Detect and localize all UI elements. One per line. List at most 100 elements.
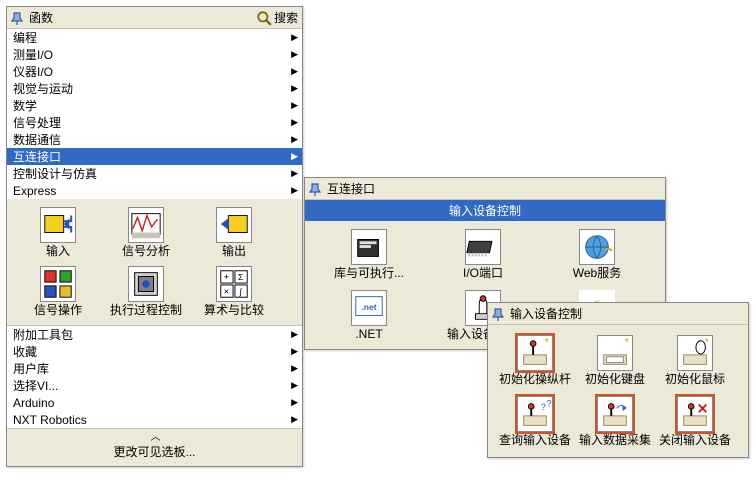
palette-item[interactable]: 输入 xyxy=(15,205,101,260)
palette-item[interactable]: 信号分析 xyxy=(103,205,189,260)
palette-item-icon xyxy=(40,207,76,243)
submenu-arrow-icon: ▶ xyxy=(291,32,298,43)
palette-item-icon xyxy=(351,229,387,265)
menu-item[interactable]: 信号处理▶ xyxy=(7,114,302,131)
palette-item[interactable]: 信号操作 xyxy=(15,264,101,319)
palette-item[interactable]: .net.NET xyxy=(313,288,425,343)
menu-item-label: Arduino xyxy=(13,396,54,410)
search-button[interactable]: 搜索 xyxy=(256,9,298,27)
palette-item[interactable]: ??查询输入设备 xyxy=(496,394,574,449)
svg-text:×: × xyxy=(224,287,230,298)
palette-item[interactable]: 库与可执行... xyxy=(313,227,425,282)
category-menu-2: 附加工具包 ▶ 收藏 ▶ 用户库 ▶ 选择VI...▶Arduino▶NXT Robotic… xyxy=(7,325,302,428)
palette-header: 输入设备控制 xyxy=(488,303,748,325)
submenu-arrow-icon: ▶ xyxy=(291,185,298,196)
svg-text:*: * xyxy=(704,336,709,348)
menu-item[interactable]: 控制设计与仿真 ▶ xyxy=(7,165,302,182)
menu-item[interactable]: NXT Robotics▶ xyxy=(7,411,302,428)
change-visible-palettes-link[interactable]: 更改可见选板... xyxy=(113,443,195,460)
palette-item-icon xyxy=(40,266,76,302)
svg-text:+: + xyxy=(224,272,230,283)
menu-item[interactable]: 数学 ▶ xyxy=(7,97,302,114)
palette-item-label: I/O端口 xyxy=(463,267,503,280)
palette-item-icon xyxy=(128,266,164,302)
palette-item-label: 信号操作 xyxy=(34,304,82,317)
palette-item-label: 输入 xyxy=(46,245,70,258)
palette-item[interactable]: +Σ×∫算术与比较 xyxy=(191,264,277,319)
menu-item[interactable]: 互连接口 ▶ xyxy=(7,148,302,165)
input-device-icon-grid: *初始化操纵杆*初始化键盘*初始化鼠标??查询输入设备输入数据采集关闭输入设备 xyxy=(488,325,748,457)
submenu-arrow-icon: ▶ xyxy=(291,83,298,94)
menu-item-label: 信号处理 xyxy=(13,114,61,131)
palette-item[interactable]: 输出 xyxy=(191,205,277,260)
pin-icon[interactable] xyxy=(309,182,323,196)
input-device-control-palette: 输入设备控制 *初始化操纵杆*初始化键盘*初始化鼠标??查询输入设备输入数据采集… xyxy=(487,302,749,458)
search-icon xyxy=(256,10,272,26)
submenu-arrow-icon: ▶ xyxy=(291,100,298,111)
palette-item-label: 信号分析 xyxy=(122,245,170,258)
palette-item[interactable]: * 初始化键盘 xyxy=(576,333,654,388)
palette-header: 互连接口 xyxy=(305,178,665,200)
palette-item-icon xyxy=(677,396,713,432)
palette-item-label: Web服务 xyxy=(573,267,621,280)
palette-header: 函数 搜索 xyxy=(7,7,302,29)
menu-item-label: 收藏 xyxy=(13,343,37,360)
menu-item[interactable]: 测量I/O ▶ xyxy=(7,46,302,63)
category-menu: 编程▶测量I/O▶仪器I/O▶视觉与运动▶数学▶信号处理▶数据通信▶互连接口▶控… xyxy=(7,29,302,199)
menu-item-label: Express xyxy=(13,184,56,198)
menu-item[interactable]: 数据通信▶ xyxy=(7,131,302,148)
palette-item-icon: * xyxy=(517,335,553,371)
palette-item[interactable]: I/O端口 xyxy=(427,227,539,282)
palette-item[interactable]: 关闭输入设备 xyxy=(656,394,734,449)
menu-item-label: 用户库 xyxy=(13,360,49,377)
menu-item-label: 数学 xyxy=(13,97,37,114)
menu-item[interactable]: Arduino▶ xyxy=(7,394,302,411)
palette-item-label: 查询输入设备 xyxy=(499,434,571,447)
menu-item[interactable]: 收藏 ▶ xyxy=(7,343,302,360)
submenu-arrow-icon: ▶ xyxy=(291,49,298,60)
menu-item[interactable]: 用户库 ▶ xyxy=(7,360,302,377)
submenu-arrow-icon: ▶ xyxy=(291,346,298,357)
palette-item-icon: * xyxy=(677,335,713,371)
palette-item[interactable]: *初始化鼠标 xyxy=(656,333,734,388)
palette-item[interactable]: Web服务 xyxy=(541,227,653,282)
menu-item[interactable]: 附加工具包 ▶ xyxy=(7,326,302,343)
palette-item-icon: .net xyxy=(351,290,387,326)
pin-icon[interactable] xyxy=(492,307,506,321)
submenu-arrow-icon: ▶ xyxy=(291,168,298,179)
search-label: 搜索 xyxy=(274,9,298,26)
submenu-arrow-icon: ▶ xyxy=(291,151,298,162)
svg-text:?: ? xyxy=(546,399,551,410)
menu-item[interactable]: 编程 ▶ xyxy=(7,29,302,46)
menu-item-label: 测量I/O xyxy=(13,46,53,63)
menu-item[interactable]: 视觉与运动▶ xyxy=(7,80,302,97)
palette-title: 输入设备控制 xyxy=(510,305,582,322)
palette-item-label: 输入数据采集 xyxy=(579,434,651,447)
palette-item[interactable]: *初始化操纵杆 xyxy=(496,333,574,388)
submenu-arrow-icon: ▶ xyxy=(291,329,298,340)
menu-item-label: 仪器I/O xyxy=(13,63,53,80)
palette-item-label: 算术与比较 xyxy=(204,304,264,317)
menu-item[interactable]: 选择VI...▶ xyxy=(7,377,302,394)
menu-item-label: 控制设计与仿真 xyxy=(13,165,97,182)
menu-item-label: 编程 xyxy=(13,29,37,46)
palette-item[interactable]: 输入数据采集 xyxy=(576,394,654,449)
chevrons-up-icon[interactable]: ︿ xyxy=(151,433,159,443)
svg-text:*: * xyxy=(624,336,629,348)
menu-item-label: 附加工具包 xyxy=(13,326,73,343)
palette-item[interactable]: 执行过程控制 xyxy=(103,264,189,319)
palette-item-label: 初始化键盘 xyxy=(585,373,645,386)
submenu-arrow-icon: ▶ xyxy=(291,363,298,374)
svg-text:Σ: Σ xyxy=(238,272,243,282)
menu-item-label: 选择VI... xyxy=(13,377,58,394)
palette-item-label: 执行过程控制 xyxy=(110,304,182,317)
menu-item-label: 互连接口 xyxy=(13,148,61,165)
palette-item-icon: +Σ×∫ xyxy=(216,266,252,302)
svg-text:.net: .net xyxy=(361,302,376,312)
functions-palette: 函数 搜索 编程▶测量I/O▶仪器I/O▶视觉与运动▶数学▶信号处理▶数据通信▶… xyxy=(6,6,303,467)
menu-item[interactable]: 仪器I/O▶ xyxy=(7,63,302,80)
menu-item[interactable]: Express ▶ xyxy=(7,182,302,199)
pin-icon[interactable] xyxy=(11,11,25,25)
submenu-arrow-icon: ▶ xyxy=(291,134,298,145)
palette-item-icon xyxy=(579,229,615,265)
